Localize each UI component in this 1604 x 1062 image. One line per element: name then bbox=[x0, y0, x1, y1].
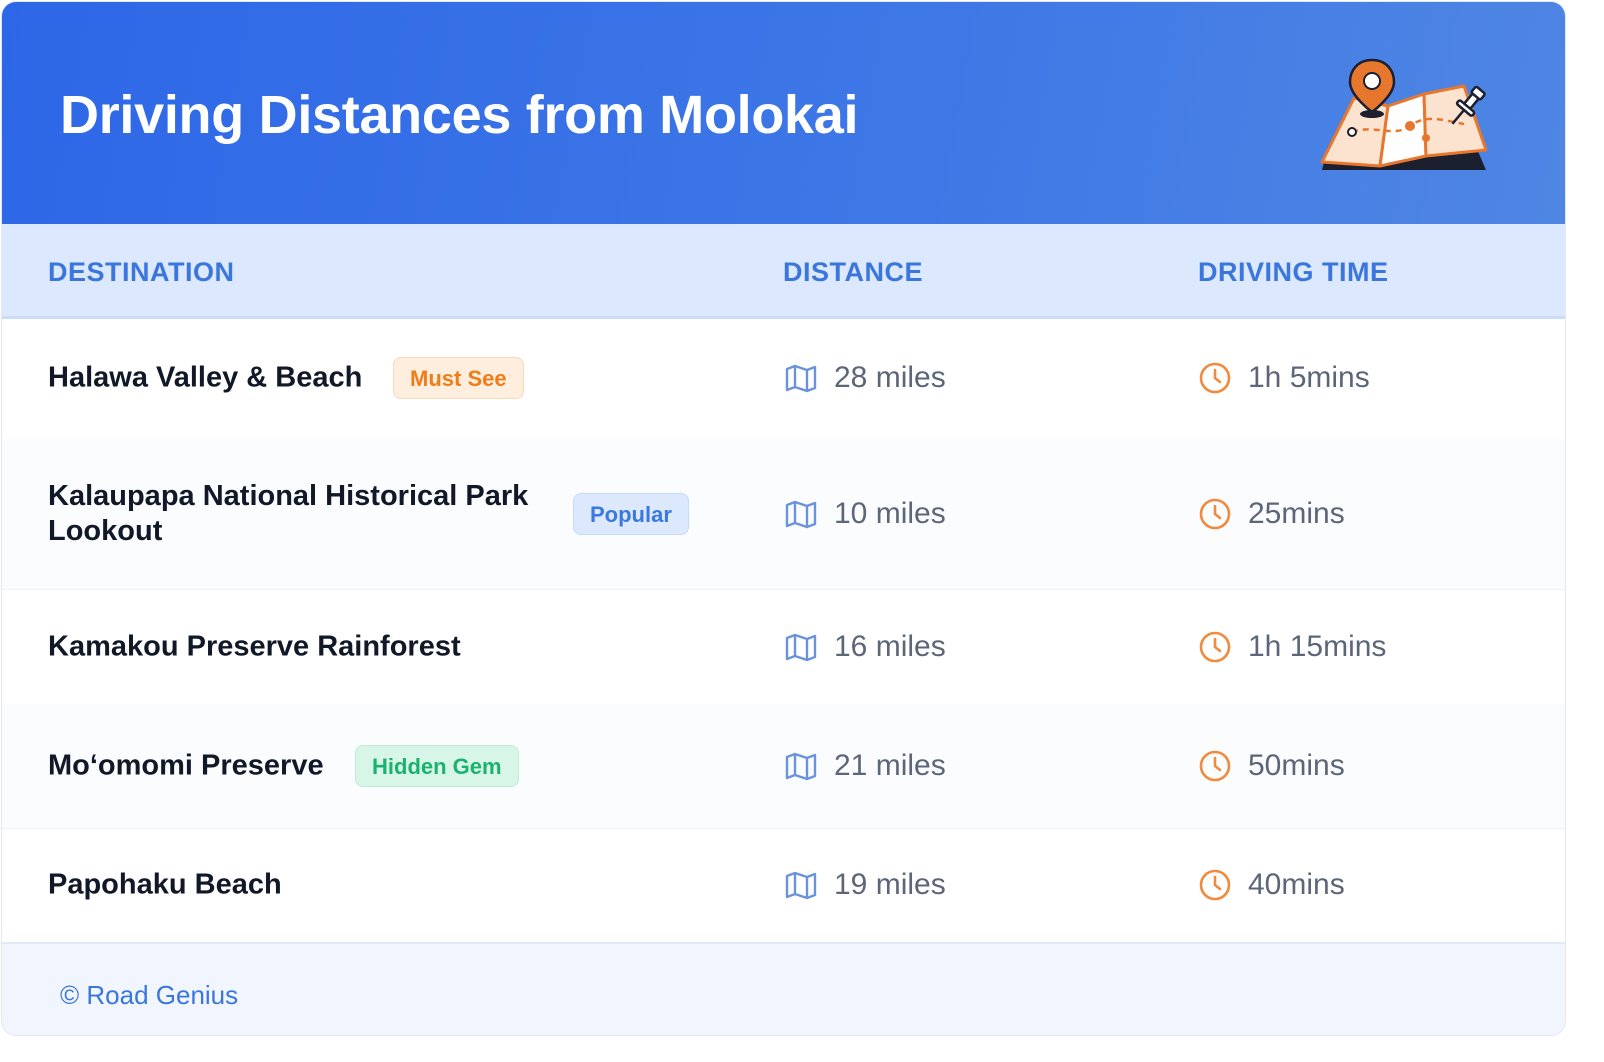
distance-value: 16 miles bbox=[834, 629, 946, 663]
driving-time-value: 1h 5mins bbox=[1248, 361, 1370, 394]
distance-value: 10 miles bbox=[834, 497, 946, 530]
table-row: Papohaku Beach 19 miles 40mins bbox=[2, 828, 1565, 942]
distance-value: 28 miles bbox=[834, 361, 946, 394]
driving-time-value: 50mins bbox=[1248, 749, 1345, 782]
map-icon bbox=[785, 752, 817, 781]
table-row: Mo‘omomi Preserve Hidden Gem 21 miles 50… bbox=[2, 704, 1565, 829]
table-header: DESTINATION DISTANCE DRIVING TIME bbox=[2, 224, 1565, 319]
header-banner: Driving Distances from Molokai bbox=[2, 2, 1565, 224]
clock-icon bbox=[1199, 631, 1231, 662]
destination-name: Mo‘omomi Preserve bbox=[48, 749, 324, 782]
map-icon bbox=[785, 364, 817, 393]
driving-time-value: 1h 15mins bbox=[1248, 629, 1387, 663]
column-header-driving-time: DRIVING TIME bbox=[1198, 257, 1389, 287]
hidden-gem-badge: Hidden Gem bbox=[355, 745, 519, 787]
table-row: Kamakou Preserve Rainforest 16 miles 1h … bbox=[2, 589, 1565, 705]
page-title: Driving Distances from Molokai bbox=[60, 85, 859, 145]
map-illustration-icon bbox=[1320, 58, 1488, 170]
column-header-distance: DISTANCE bbox=[783, 257, 924, 287]
clock-icon bbox=[1199, 750, 1231, 782]
map-icon bbox=[785, 500, 817, 529]
footer-credit: © Road Genius bbox=[60, 980, 239, 1010]
clock-icon bbox=[1199, 498, 1231, 530]
clock-icon bbox=[1199, 869, 1231, 901]
driving-time-value: 40mins bbox=[1248, 868, 1345, 901]
table-row: Halawa Valley & Beach Must See 28 miles … bbox=[2, 317, 1565, 440]
driving-time-value: 25mins bbox=[1248, 497, 1345, 530]
table-row: Kalaupapa National Historical Park Looko… bbox=[2, 439, 1565, 590]
distance-value: 19 miles bbox=[834, 868, 946, 901]
popular-badge: Popular bbox=[573, 493, 689, 535]
distance-value: 21 miles bbox=[834, 749, 946, 782]
destination-name: Papohaku Beach bbox=[48, 868, 282, 901]
destination-name: Kamakou Preserve Rainforest bbox=[48, 630, 461, 662]
distance-card: Driving Distances from Molokai DESTINATI… bbox=[2, 2, 1565, 1035]
map-icon bbox=[785, 633, 817, 661]
destination-name: Halawa Valley & Beach bbox=[48, 361, 363, 394]
clock-icon bbox=[1199, 362, 1231, 394]
map-icon bbox=[785, 871, 817, 900]
column-header-destination: DESTINATION bbox=[48, 257, 235, 287]
must-see-badge: Must See bbox=[393, 357, 524, 399]
footer: © Road Genius bbox=[2, 942, 1565, 1035]
destination-name: Kalaupapa National Historical Park Looko… bbox=[48, 480, 529, 547]
